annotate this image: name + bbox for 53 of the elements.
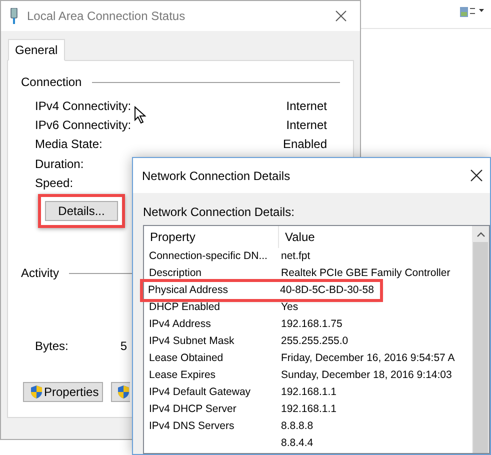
shield-icon — [117, 385, 130, 400]
field-label: Speed: — [35, 174, 74, 192]
bytes-label: Bytes: — [35, 338, 68, 356]
property-cell-text: Lease Obtained — [149, 350, 224, 366]
shield-icon — [30, 385, 43, 400]
value-cell-text: 255.255.255.0 — [280, 334, 348, 349]
column-header[interactable]: Value — [279, 228, 315, 246]
property-cell-text: Lease Expires — [149, 368, 216, 383]
window-title: Local Area Connection Status — [27, 8, 186, 25]
scrollbar[interactable] — [472, 226, 489, 453]
view-options-icon[interactable] — [460, 7, 484, 17]
mouse-pointer-icon — [134, 106, 147, 124]
property-cell-text: IPv4 DNS Servers — [149, 418, 234, 434]
bytes-value: 5 — [120, 338, 128, 356]
property-cell-text: Physical Address — [148, 282, 228, 298]
field-label: IPv6 Connectivity: — [35, 116, 132, 134]
value-cell-text: 8.8.4.4 — [280, 436, 314, 451]
value-cell-text: Sunday, December 18, 2016 9:14:03 — [280, 368, 452, 383]
field-value: Enabled — [282, 136, 327, 154]
scroll-up-icon[interactable] — [476, 232, 484, 237]
value-cell-text: 192.168.1.1 — [280, 384, 336, 400]
details-button[interactable]: Details... — [45, 201, 118, 222]
property-cell-text: IPv4 Default Gateway — [149, 384, 251, 400]
property-cell-text: Connection-specific DN... — [149, 248, 268, 264]
property-cell-text: IPv4 Address — [149, 316, 211, 332]
section-heading: Connection — [21, 74, 82, 91]
value-cell-text: 40-8D-5C-BD-30-58 — [279, 282, 374, 298]
value-cell-text: 8.8.8.8 — [280, 418, 314, 434]
value-cell-text: Realtek PCIe GBE Family Controller — [280, 266, 450, 281]
value-cell-text: 192.168.1.75 — [280, 316, 342, 332]
value-cell-text: 192.168.1.1 — [280, 402, 336, 417]
field-value: Internet — [286, 116, 327, 134]
shield-button[interactable] — [111, 382, 130, 402]
value-cell-text: net.fpt — [280, 248, 310, 264]
property-cell-text: Description — [149, 266, 202, 281]
window-title: Network Connection Details — [142, 168, 290, 184]
property-cell-text: IPv4 DHCP Server — [149, 402, 236, 417]
tab[interactable]: General — [8, 39, 65, 61]
close-icon[interactable] — [335, 10, 347, 22]
close-icon[interactable] — [470, 169, 483, 182]
properties-button[interactable]: Properties — [23, 382, 103, 402]
column-header[interactable]: Property — [144, 226, 279, 248]
property-cell-text: DHCP Enabled — [149, 300, 220, 315]
property-cell-text: IPv4 Subnet Mask — [149, 334, 234, 349]
network-cable-icon — [9, 8, 19, 24]
field-label: IPv4 Connectivity: — [35, 98, 132, 115]
field-label: Media State: — [35, 136, 102, 154]
value-cell-text: Friday, December 16, 2016 9:54:57 A — [280, 350, 455, 366]
section-heading: Activity — [21, 265, 60, 282]
value-cell-text: Yes — [280, 300, 298, 315]
field-value: Internet — [286, 98, 327, 115]
list-caption: Network Connection Details: — [143, 204, 296, 221]
field-label: Duration: — [35, 156, 84, 173]
